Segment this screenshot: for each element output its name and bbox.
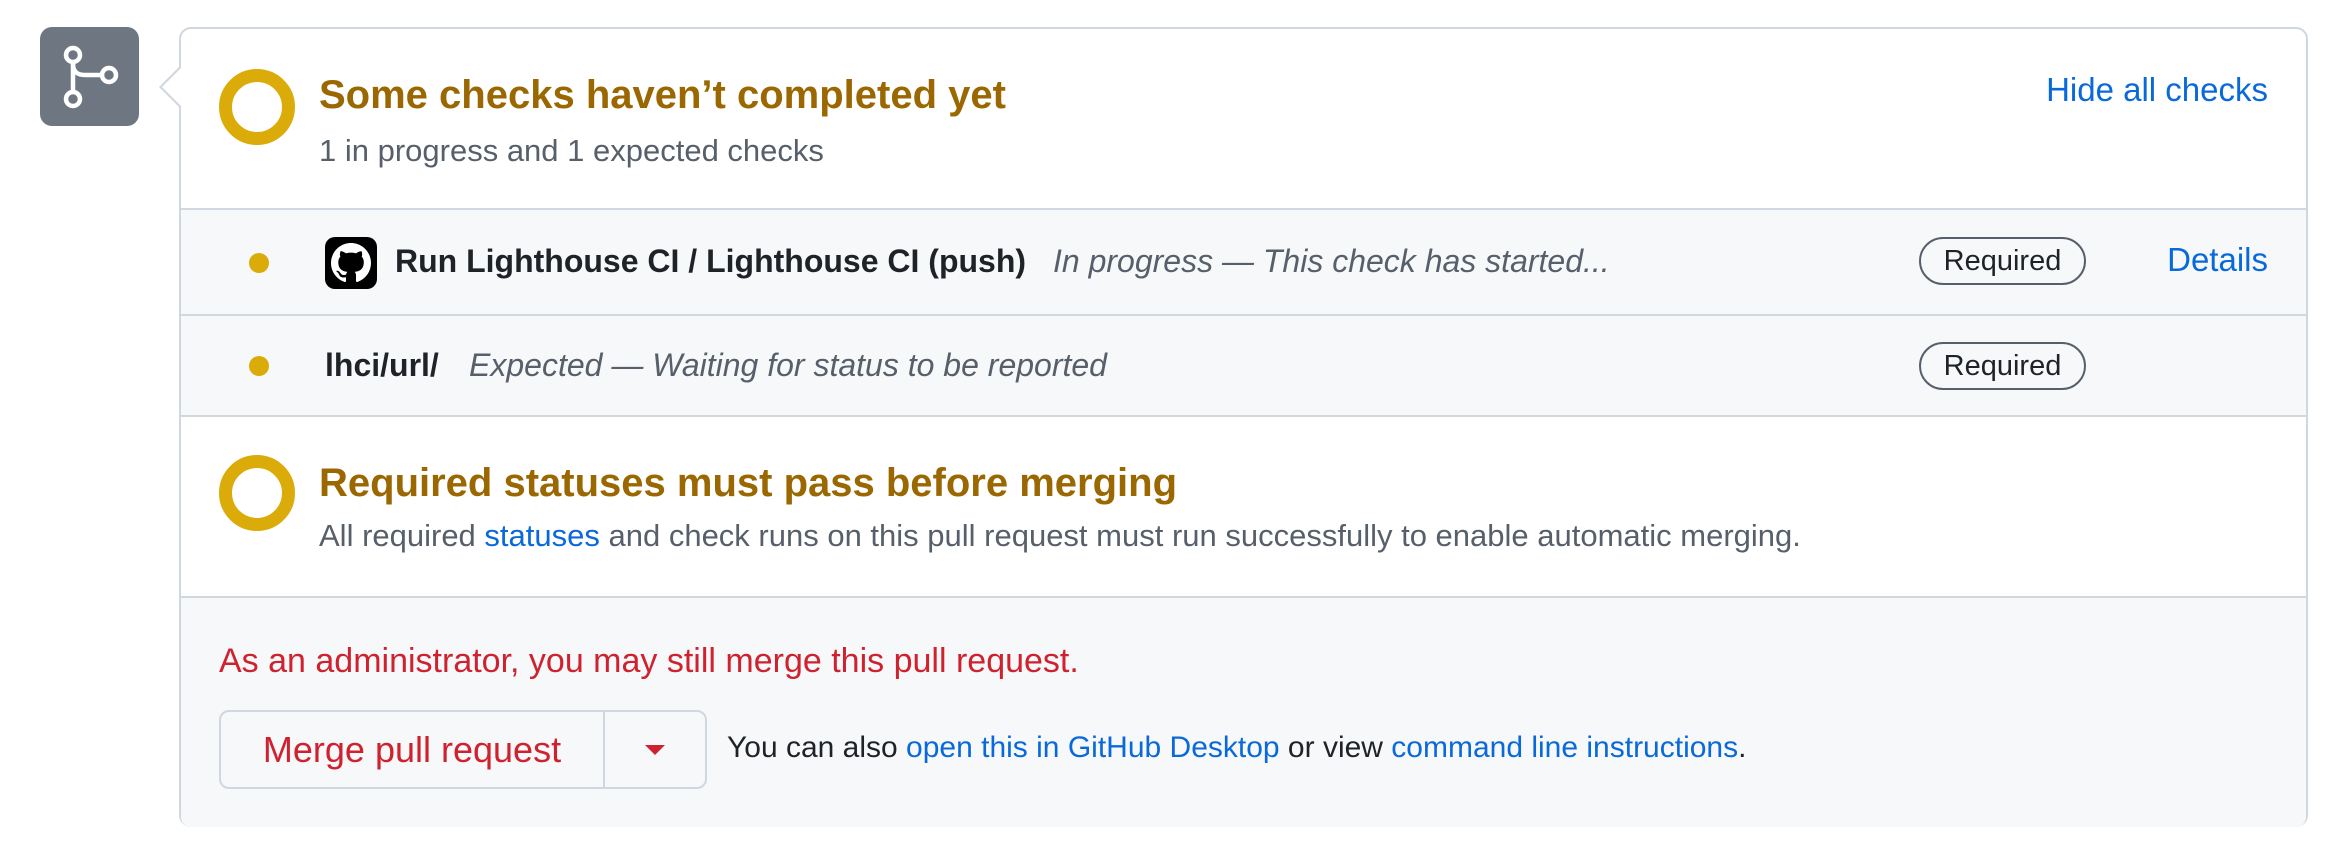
- checks-summary: Some checks haven’t completed yet 1 in p…: [181, 29, 2306, 210]
- checks-subtitle: 1 in progress and 1 expected checks: [319, 133, 824, 168]
- in-progress-dot-icon: [249, 253, 269, 273]
- triangle-down-icon: [645, 744, 665, 755]
- expected-dot-icon: [249, 356, 269, 376]
- admin-merge-note: As an administrator, you may still merge…: [219, 642, 1079, 680]
- pending-status-icon: [219, 69, 295, 145]
- merge-status-panel: Some checks haven’t completed yet 1 in p…: [159, 27, 2308, 827]
- statuses-link[interactable]: statuses: [484, 518, 599, 553]
- merge-pull-request-button[interactable]: Merge pull request: [221, 712, 605, 787]
- check-row: Run Lighthouse CI / Lighthouse CI (push)…: [181, 210, 2306, 316]
- check-description: In progress — This check has started...: [1053, 243, 1610, 279]
- merge-button-group: Merge pull request: [219, 710, 707, 789]
- checks-title: Some checks haven’t completed yet: [319, 73, 1006, 117]
- required-title: Required statuses must pass before mergi…: [319, 461, 1178, 505]
- check-name: Run Lighthouse CI / Lighthouse CI (push): [395, 243, 1027, 279]
- github-octocat-icon: [325, 237, 377, 289]
- required-statuses-section: Required statuses must pass before mergi…: [181, 417, 2306, 598]
- git-branch-icon: [40, 27, 139, 126]
- merge-options-dropdown[interactable]: [605, 712, 705, 787]
- required-description: All required statuses and check runs on …: [319, 518, 1801, 553]
- check-row: lhci/url/ Expected — Waiting for status …: [181, 316, 2306, 417]
- check-description: Expected — Waiting for status to be repo…: [469, 347, 1107, 383]
- open-github-desktop-link[interactable]: open this in GitHub Desktop: [906, 731, 1280, 764]
- details-link[interactable]: Details: [2167, 241, 2268, 279]
- required-badge: Required: [1919, 342, 2086, 390]
- hide-all-checks-link[interactable]: Hide all checks: [2046, 71, 2268, 109]
- check-name: lhci/url/: [325, 347, 439, 383]
- alternative-merge-text: You can also open this in GitHub Desktop…: [727, 731, 1747, 764]
- merge-box: Some checks haven’t completed yet 1 in p…: [0, 0, 2340, 854]
- required-badge: Required: [1919, 237, 2086, 285]
- command-line-instructions-link[interactable]: command line instructions: [1391, 731, 1738, 764]
- pending-status-icon: [219, 455, 295, 531]
- merge-section: As an administrator, you may still merge…: [181, 598, 2306, 827]
